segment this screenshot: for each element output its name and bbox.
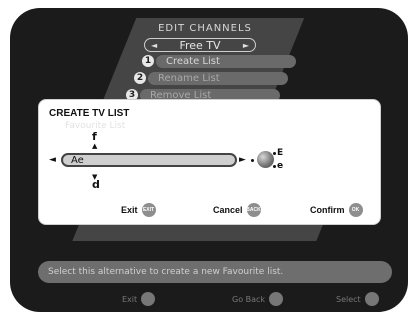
lowercase-option[interactable]: e	[277, 161, 283, 171]
name-input[interactable]: Ae	[61, 153, 237, 167]
right-arrow-icon[interactable]: ►	[239, 155, 246, 165]
lowercase-dot	[273, 165, 276, 168]
case-toggle-ball-icon[interactable]	[257, 151, 274, 168]
dialog-title: CREATE TV LIST	[49, 108, 130, 119]
menu-number-2: 2	[134, 72, 146, 84]
back-key-icon	[269, 292, 284, 306]
bottom-back-label: Go Back	[232, 294, 266, 304]
menu-item-create-list[interactable]: Create List	[156, 55, 296, 68]
bottom-exit-button[interactable]: Exit	[122, 292, 156, 306]
dialog-confirm-label: Confirm	[310, 205, 345, 215]
help-text: Select this alternative to create a new …	[38, 261, 392, 283]
ok-key-icon	[364, 292, 379, 306]
bottom-back-button[interactable]: Go Back	[232, 292, 284, 306]
bottom-exit-label: Exit	[122, 294, 138, 304]
previous-character: d	[92, 178, 100, 191]
selector-value: Free TV	[179, 38, 221, 52]
dialog-exit-label: Exit	[121, 205, 138, 215]
page-title: EDIT CHANNELS	[158, 23, 252, 34]
left-arrow-icon[interactable]: ◄	[49, 155, 56, 165]
uppercase-option[interactable]: E	[277, 148, 283, 158]
selector-right-arrow-icon[interactable]: ►	[243, 41, 249, 50]
menu-number-1: 1	[142, 55, 154, 67]
exit-key-icon	[141, 292, 156, 306]
dialog-cancel-button[interactable]: Cancel BACK	[213, 203, 261, 217]
selector-left-arrow-icon[interactable]: ◄	[151, 41, 157, 50]
list-selector[interactable]: ◄ Free TV ►	[144, 38, 256, 52]
menu-item-rename-list[interactable]: Rename List	[148, 72, 288, 85]
dialog-exit-button[interactable]: Exit EXIT	[121, 203, 156, 217]
screen: EDIT CHANNELS ◄ Free TV ► 1 Create List …	[0, 0, 418, 317]
exit-key-icon: EXIT	[141, 203, 156, 217]
bottom-select-button[interactable]: Select	[336, 292, 379, 306]
back-key-icon: BACK	[246, 203, 261, 217]
up-arrow-icon[interactable]: ▲	[92, 142, 97, 150]
dialog-cancel-label: Cancel	[213, 205, 243, 215]
connector-dot	[251, 159, 254, 162]
bottom-select-label: Select	[336, 294, 361, 304]
dialog-confirm-button[interactable]: Confirm OK	[310, 203, 363, 217]
ok-key-icon: OK	[348, 203, 363, 217]
uppercase-dot	[273, 152, 276, 155]
create-tv-list-dialog: CREATE TV LIST Favourite List f ▲ ◄ Ae ►…	[38, 99, 381, 225]
